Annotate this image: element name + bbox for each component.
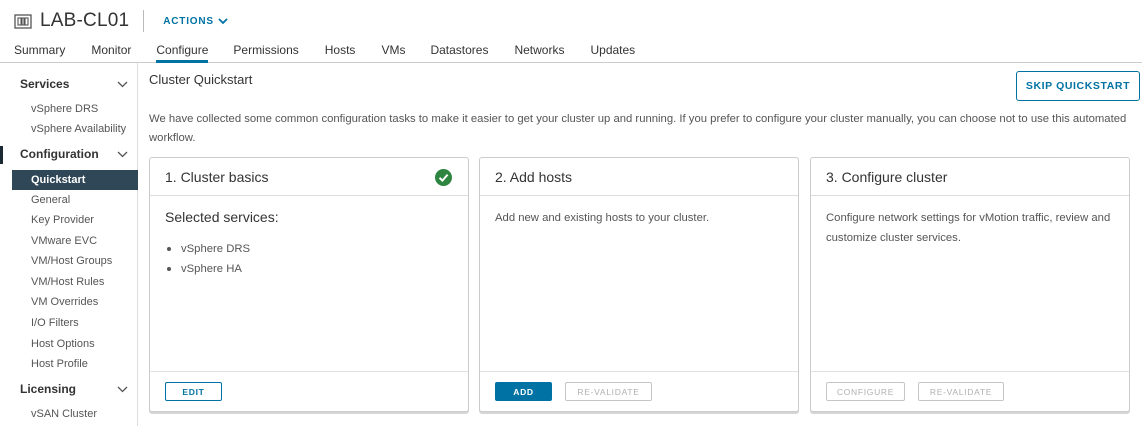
- sidebar-group-label: Configuration: [20, 147, 99, 161]
- page-title: LAB-CL01: [40, 10, 130, 31]
- chevron-down-icon: [117, 386, 128, 392]
- card-body: Configure network settings for vMotion t…: [826, 208, 1114, 248]
- section-title: Cluster Quickstart: [149, 72, 253, 87]
- card-footer: CONFIGURE RE-VALIDATE: [811, 371, 1129, 411]
- check-circle-icon: [435, 169, 452, 186]
- card-title: 1. Cluster basics: [165, 168, 269, 185]
- card-title: 3. Configure cluster: [826, 168, 948, 185]
- tab-updates[interactable]: Updates: [590, 40, 635, 63]
- skip-quickstart-button[interactable]: SKIP QUICKSTART: [1016, 71, 1140, 101]
- sidebar-item-general[interactable]: General: [12, 190, 138, 210]
- sidebar-item-vm-host-groups[interactable]: VM/Host Groups: [12, 251, 138, 271]
- card-header: 2. Add hosts: [480, 158, 798, 196]
- tab-vms[interactable]: VMs: [381, 40, 405, 63]
- bullet: [167, 247, 171, 251]
- card-add-hosts: 2. Add hosts Add new and existing hosts …: [479, 157, 799, 412]
- tab-networks[interactable]: Networks: [514, 40, 564, 63]
- sidebar-item-vsphere-availability[interactable]: vSphere Availability: [12, 119, 138, 139]
- card-body: Selected services: vSphere DRS vSphere H…: [165, 208, 453, 279]
- card-body: Add new and existing hosts to your clust…: [495, 208, 783, 228]
- card-footer: EDIT: [150, 371, 468, 411]
- bullet: [167, 267, 171, 271]
- chevron-down-icon: [117, 81, 128, 87]
- card-footer: ADD RE-VALIDATE: [480, 371, 798, 411]
- selected-services-title: Selected services:: [165, 209, 279, 225]
- sidebar-group-label: Licensing: [20, 382, 77, 396]
- tab-monitor[interactable]: Monitor: [91, 40, 131, 63]
- card-cluster-basics: 1. Cluster basics Selected services: vSp…: [149, 157, 469, 412]
- revalidate-button[interactable]: RE-VALIDATE: [565, 382, 652, 401]
- edit-button[interactable]: EDIT: [165, 382, 222, 401]
- list-item: vSphere HA: [165, 259, 453, 279]
- sidebar-item-vsphere-drs[interactable]: vSphere DRS: [12, 99, 138, 119]
- sidebar-group-services[interactable]: Services: [12, 73, 138, 95]
- sidebar-group-label: Services: [20, 77, 70, 91]
- sidebar-group-licensing[interactable]: Licensing: [12, 378, 138, 400]
- quickstart-description: We have collected some common configurat…: [149, 113, 1127, 144]
- chevron-down-icon: [117, 151, 128, 157]
- tab-summary[interactable]: Summary: [14, 40, 65, 63]
- card-description: Add new and existing hosts to your clust…: [495, 212, 710, 224]
- actions-label: ACTIONS: [163, 15, 214, 27]
- config-sidebar: Services vSphere DRS vSphere Availabilit…: [0, 63, 138, 426]
- add-button[interactable]: ADD: [495, 382, 552, 401]
- sidebar-item-host-profile[interactable]: Host Profile: [12, 354, 138, 374]
- card-header: 1. Cluster basics: [150, 158, 468, 196]
- tab-permissions[interactable]: Permissions: [233, 40, 298, 63]
- sidebar-item-vsan-cluster[interactable]: vSAN Cluster: [12, 404, 138, 424]
- sidebar-item-vmware-evc[interactable]: VMware EVC: [12, 231, 138, 251]
- sidebar-item-vm-overrides[interactable]: VM Overrides: [12, 292, 138, 312]
- card-title: 2. Add hosts: [495, 168, 573, 185]
- sidebar-item-host-options[interactable]: Host Options: [12, 334, 138, 354]
- cluster-icon: [14, 14, 32, 29]
- revalidate-button[interactable]: RE-VALIDATE: [918, 382, 1004, 401]
- sidebar-item-quickstart[interactable]: Quickstart: [12, 170, 138, 190]
- object-header: LAB-CL01 ACTIONS Summary Monitor Configu…: [0, 0, 1142, 63]
- chevron-down-icon: [218, 18, 228, 25]
- configure-button[interactable]: CONFIGURE: [826, 382, 905, 401]
- card-description: Configure network settings for vMotion t…: [826, 212, 1111, 244]
- services-list: vSphere DRS vSphere HA: [165, 239, 453, 279]
- list-item: vSphere DRS: [165, 239, 453, 259]
- tab-bar: Summary Monitor Configure Permissions Ho…: [0, 40, 1142, 63]
- actions-menu-button[interactable]: ACTIONS: [163, 16, 228, 27]
- sidebar-group-configuration[interactable]: Configuration: [12, 143, 138, 165]
- card-configure-cluster: 3. Configure cluster Configure network s…: [810, 157, 1130, 412]
- sidebar-item-vm-host-rules[interactable]: VM/Host Rules: [12, 272, 138, 292]
- card-header: 3. Configure cluster: [811, 158, 1129, 196]
- sidebar-edge-marker: [0, 146, 3, 164]
- service-label: vSphere HA: [181, 263, 242, 275]
- title-row: LAB-CL01 ACTIONS: [14, 9, 228, 33]
- sidebar-item-io-filters[interactable]: I/O Filters: [12, 313, 138, 333]
- sidebar-item-key-provider[interactable]: Key Provider: [12, 210, 138, 230]
- service-label: vSphere DRS: [181, 243, 251, 255]
- tab-configure[interactable]: Configure: [156, 40, 209, 63]
- tab-hosts[interactable]: Hosts: [325, 40, 356, 63]
- title-divider: [143, 10, 145, 32]
- tab-datastores[interactable]: Datastores: [430, 40, 488, 63]
